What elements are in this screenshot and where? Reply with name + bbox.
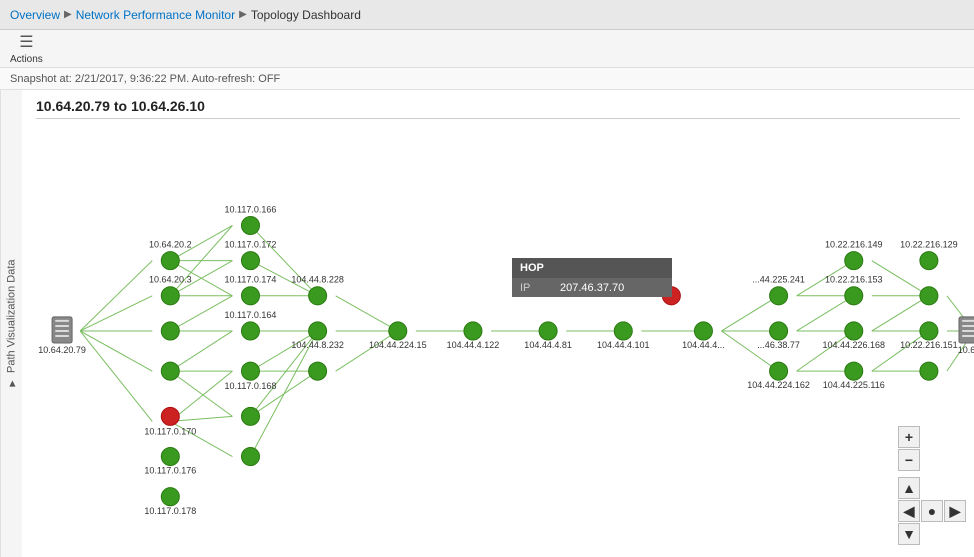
node-l3-3[interactable] — [309, 362, 327, 380]
node-l1-5[interactable] — [161, 447, 179, 465]
hop-popup-ip-row: IP 207.46.37.70 — [512, 279, 672, 297]
node-l2-2[interactable] — [241, 252, 259, 270]
node-l2-7[interactable] — [241, 447, 259, 465]
zoom-in-button[interactable]: + — [898, 426, 920, 448]
svg-text:10.22.216.129: 10.22.216.129 — [900, 240, 958, 250]
svg-text:10.117.0.164: 10.117.0.164 — [225, 310, 277, 320]
node-r3-4[interactable] — [920, 362, 938, 380]
pan-down-button[interactable]: ▼ — [898, 523, 920, 545]
hop-popup: HOP IP 207.46.37.70 — [512, 258, 672, 297]
pan-center-button[interactable]: ● — [921, 500, 943, 522]
node-l2-1[interactable] — [241, 216, 259, 234]
node-l1-4[interactable] — [161, 362, 179, 380]
node-l3-2[interactable] — [309, 322, 327, 340]
breadcrumb-npm[interactable]: Network Performance Monitor — [76, 8, 235, 22]
svg-text:104.44.8.228: 104.44.8.228 — [291, 275, 344, 285]
hop-popup-ip-label: IP — [520, 282, 544, 294]
svg-text:10.22.216.153: 10.22.216.153 — [825, 275, 883, 285]
svg-text:10.64: 10.64 — [958, 345, 974, 355]
breadcrumb-sep2: ▶ — [239, 9, 247, 20]
svg-text:10.117.0.166: 10.117.0.166 — [225, 204, 277, 214]
breadcrumb-overview[interactable]: Overview — [10, 8, 60, 22]
svg-text:10.117.0.170: 10.117.0.170 — [144, 426, 196, 436]
node-r1-3[interactable] — [770, 362, 788, 380]
pan-left-button[interactable]: ◀ — [898, 500, 920, 522]
node-l2-6[interactable] — [241, 407, 259, 425]
zoom-out-button[interactable]: − — [898, 449, 920, 471]
topology-svg: 10.64.20.79 10.64.20.2 10.64.20.3 10.117… — [22, 120, 974, 557]
node-r2-2[interactable] — [845, 287, 863, 305]
node-l8[interactable] — [694, 322, 712, 340]
main-content: Path Visualization Data 10.64.20.79 to 1… — [0, 90, 974, 557]
breadcrumb-current: Topology Dashboard — [251, 8, 361, 22]
svg-text:10.117.0.172: 10.117.0.172 — [225, 240, 277, 250]
node-l1-1[interactable] — [161, 252, 179, 270]
svg-text:...46.38.77: ...46.38.77 — [757, 340, 800, 350]
toolbar: ☰ Actions — [0, 30, 974, 68]
pan-mid-row: ◀ ● ▶ — [898, 500, 966, 522]
svg-text:104.44.225.116: 104.44.225.116 — [823, 380, 885, 390]
node-l1-3[interactable] — [161, 322, 179, 340]
node-l2-3[interactable] — [241, 287, 259, 305]
svg-text:104.44.226.168: 104.44.226.168 — [822, 340, 885, 350]
node-l4[interactable] — [389, 322, 407, 340]
node-r3-3[interactable] — [920, 322, 938, 340]
svg-text:10.22.216.149: 10.22.216.149 — [825, 240, 883, 250]
breadcrumb: Overview ▶ Network Performance Monitor ▶… — [0, 0, 974, 30]
svg-text:104.44.4.81: 104.44.4.81 — [524, 340, 572, 350]
node-l2-4[interactable] — [241, 322, 259, 340]
svg-text:10.117.0.178: 10.117.0.178 — [144, 506, 196, 516]
node-l2-5[interactable] — [241, 362, 259, 380]
actions-button[interactable]: ☰ Actions — [10, 32, 43, 65]
node-r2-4[interactable] — [845, 362, 863, 380]
path-visualization-label: Path Visualization Data — [6, 259, 18, 373]
svg-text:104.44.224.15: 104.44.224.15 — [369, 340, 427, 350]
hop-popup-header: HOP — [512, 258, 672, 279]
path-title: 10.64.20.79 to 10.64.26.10 — [36, 98, 960, 119]
node-l3-1[interactable] — [309, 287, 327, 305]
node-l7[interactable] — [614, 322, 632, 340]
svg-text:10.64.20.2: 10.64.20.2 — [149, 240, 192, 250]
node-r2-1[interactable] — [845, 252, 863, 270]
svg-text:10.64.20.3: 10.64.20.3 — [149, 275, 192, 285]
hop-popup-ip-value: 207.46.37.70 — [560, 282, 624, 294]
node-l6[interactable] — [539, 322, 557, 340]
breadcrumb-sep1: ▶ — [64, 9, 72, 20]
svg-text:...44.225.241: ...44.225.241 — [752, 275, 805, 285]
svg-text:10.117.0.174: 10.117.0.174 — [225, 275, 277, 285]
node-r1-1[interactable] — [770, 287, 788, 305]
svg-text:104.44.4.122: 104.44.4.122 — [447, 340, 500, 350]
node-l1-2[interactable] — [161, 287, 179, 305]
pan-up-button[interactable]: ▲ — [898, 477, 920, 499]
svg-text:104.44.8.232: 104.44.8.232 — [291, 340, 344, 350]
zoom-controls: + − ▲ ◀ ● ▶ ▼ — [898, 426, 966, 545]
snapshot-text: Snapshot at: 2/21/2017, 9:36:22 PM. Auto… — [10, 73, 280, 85]
snapshot-bar: Snapshot at: 2/21/2017, 9:36:22 PM. Auto… — [0, 68, 974, 90]
path-visualization-panel[interactable]: Path Visualization Data — [0, 90, 22, 557]
node-r3-1[interactable] — [920, 252, 938, 270]
node-l1-red[interactable] — [161, 407, 179, 425]
svg-text:10.22.216.151: 10.22.216.151 — [900, 340, 958, 350]
svg-text:10.64.20.79: 10.64.20.79 — [38, 345, 86, 355]
node-l5[interactable] — [464, 322, 482, 340]
node-r1-2[interactable] — [770, 322, 788, 340]
svg-text:104.44.4.101: 104.44.4.101 — [597, 340, 650, 350]
diagram-container: 10.64.20.79 to 10.64.26.10 — [22, 90, 974, 557]
svg-text:10.117.0.176: 10.117.0.176 — [144, 466, 196, 476]
node-r2-3[interactable] — [845, 322, 863, 340]
actions-label: Actions — [10, 54, 43, 65]
node-l1-6[interactable] — [161, 488, 179, 506]
actions-icon: ☰ — [19, 32, 33, 52]
svg-text:104.44.4...: 104.44.4... — [682, 340, 725, 350]
node-r3-2[interactable] — [920, 287, 938, 305]
pan-right-button[interactable]: ▶ — [944, 500, 966, 522]
svg-text:10.117.0.168: 10.117.0.168 — [225, 381, 277, 391]
svg-text:104.44.224.162: 104.44.224.162 — [747, 380, 810, 390]
